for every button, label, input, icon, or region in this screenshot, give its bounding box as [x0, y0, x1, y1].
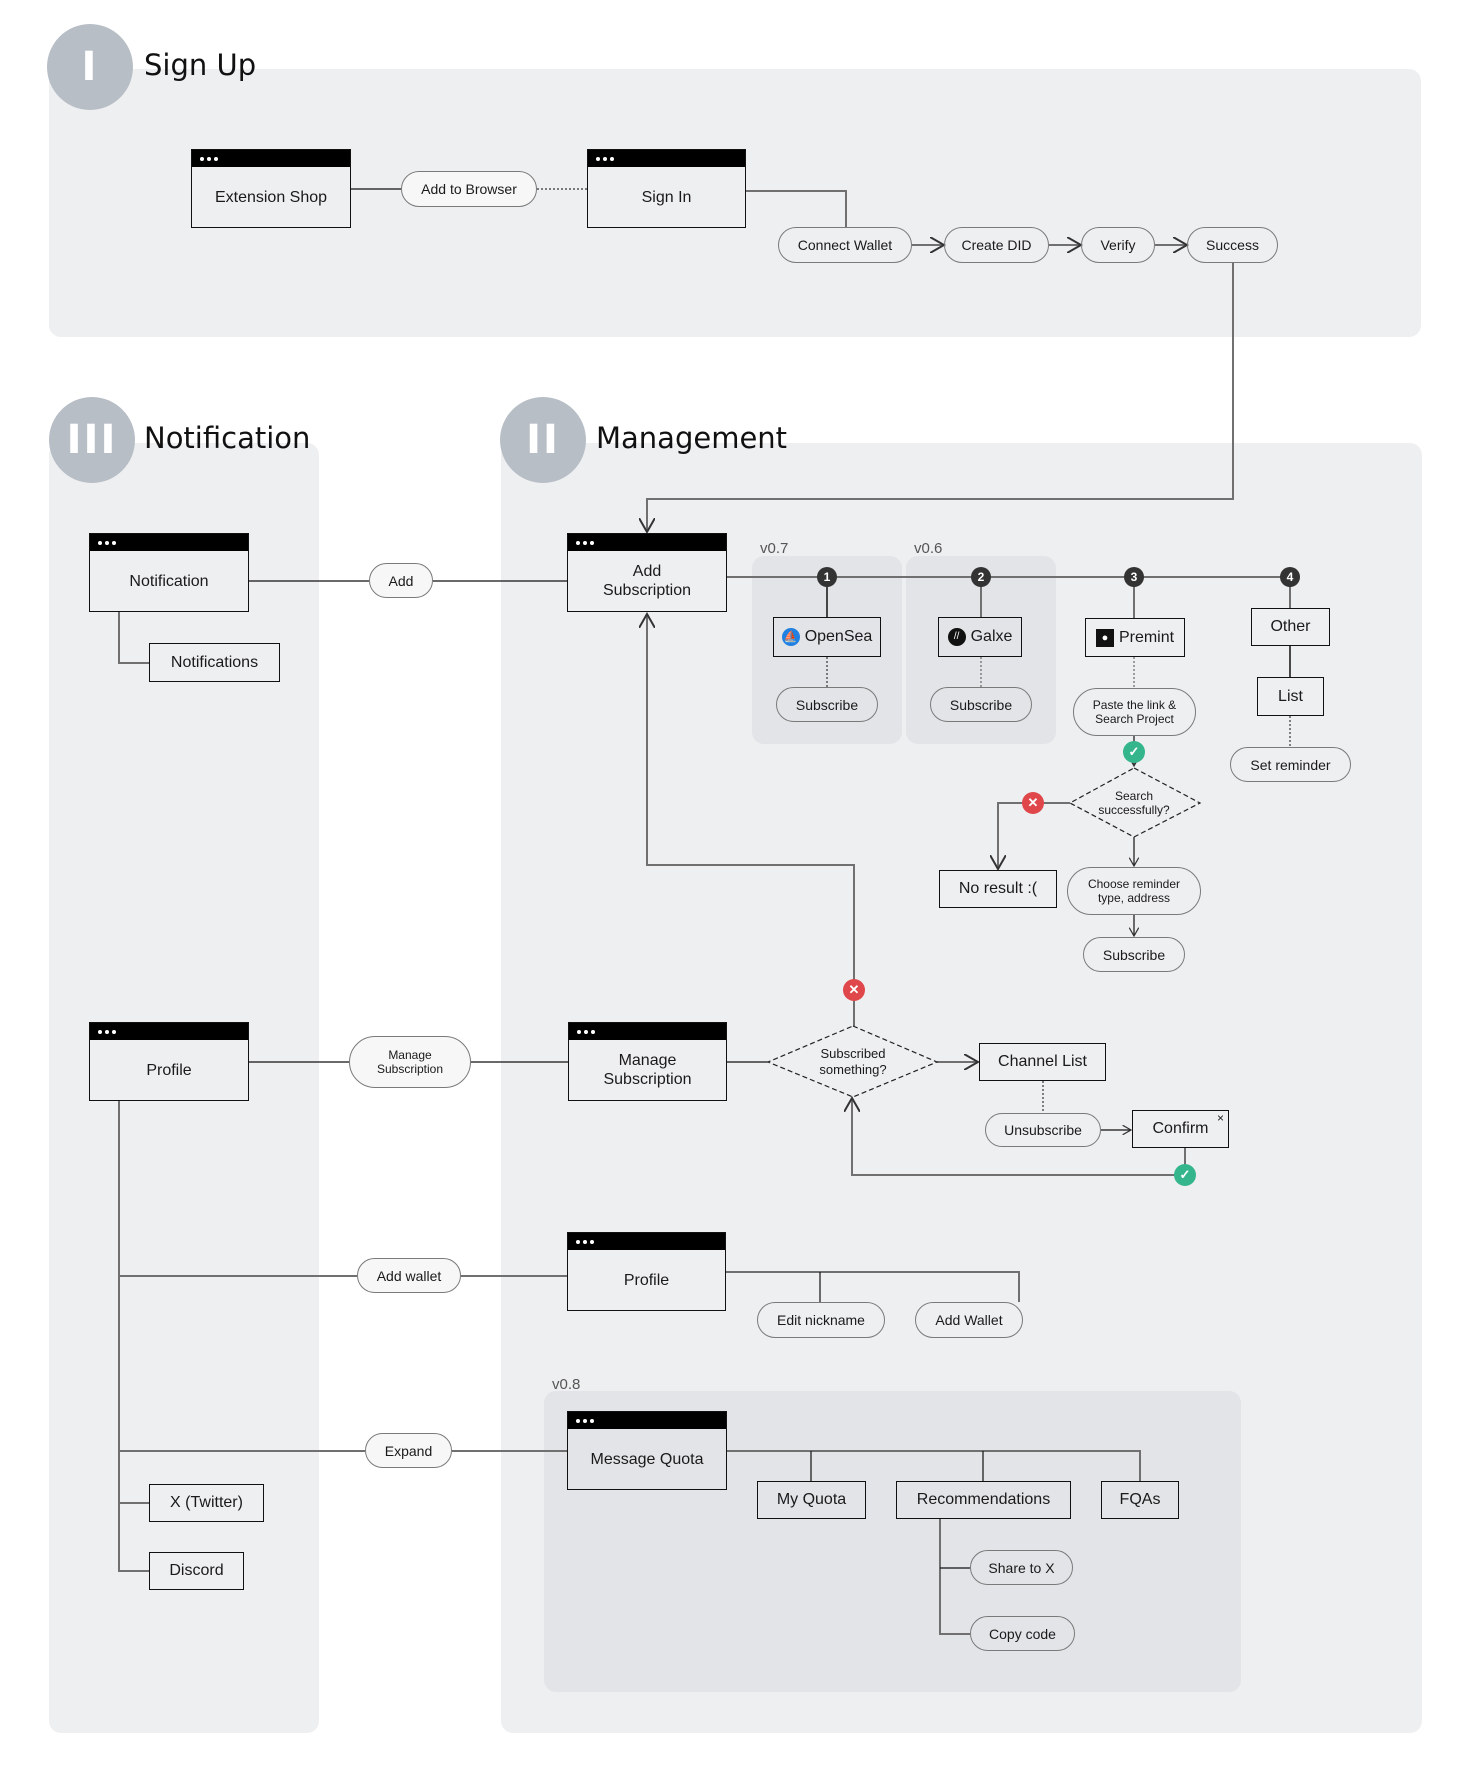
success-step[interactable]: Success [1187, 227, 1278, 263]
sign-in-screen[interactable]: Sign In [587, 149, 746, 228]
screen-label: Extension Shop [214, 188, 328, 206]
galxe-logo-icon: // [947, 628, 966, 646]
manage-subscription-action[interactable]: Manage Subscription [349, 1036, 471, 1088]
expand-action[interactable]: Expand [365, 1433, 452, 1468]
version-label-v07: v0.7 [760, 540, 789, 557]
channel-name: Galxe [970, 628, 1013, 645]
section-badge-management: II [500, 397, 586, 483]
verify-step[interactable]: Verify [1081, 227, 1155, 263]
add-to-browser-action[interactable]: Add to Browser [401, 171, 537, 207]
my-quota-item[interactable]: My Quota [757, 1481, 866, 1519]
channel-list-item[interactable]: Channel List [979, 1043, 1106, 1081]
other-channel[interactable]: Other [1251, 608, 1330, 646]
x-twitter-item[interactable]: X (Twitter) [149, 1484, 264, 1522]
manage-subscription-screen[interactable]: Manage Subscription [568, 1022, 727, 1101]
section-title-management: Management [596, 421, 788, 455]
window-bar [588, 150, 745, 167]
recommendations-item[interactable]: Recommendations [896, 1481, 1071, 1519]
galxe-subscribe-button[interactable]: Subscribe [930, 687, 1032, 722]
opensea-subscribe-button[interactable]: Subscribe [776, 687, 878, 722]
success-check-icon: ✓ [1123, 741, 1145, 763]
screen-label: Add Subscription [602, 563, 692, 599]
step-number-1: 1 [817, 567, 837, 587]
notification-screen[interactable]: Notification [89, 533, 249, 612]
unsubscribe-button[interactable]: Unsubscribe [985, 1113, 1101, 1147]
notifications-item[interactable]: Notifications [149, 643, 280, 682]
subscribed-decision-label: Subscribed something? [819, 1046, 887, 1077]
add-subscription-screen[interactable]: Add Subscription [567, 533, 727, 612]
failure-x-icon: ✕ [1022, 792, 1044, 814]
window-bar [568, 1412, 726, 1429]
success-check-icon: ✓ [1174, 1164, 1196, 1186]
edit-nickname-button[interactable]: Edit nickname [757, 1302, 885, 1338]
channel-name: Premint [1118, 628, 1175, 646]
screen-label: Profile [623, 1271, 670, 1289]
screen-label: Sign In [641, 188, 692, 206]
premint-subscribe-button[interactable]: Subscribe [1083, 937, 1185, 972]
failure-x-icon: ✕ [843, 979, 865, 1001]
connect-wallet-step[interactable]: Connect Wallet [778, 227, 912, 263]
discord-item[interactable]: Discord [149, 1552, 244, 1590]
window-bar [90, 1023, 248, 1040]
profile-screen[interactable]: Profile [89, 1022, 249, 1101]
set-reminder-button[interactable]: Set reminder [1230, 747, 1351, 782]
add-wallet-action[interactable]: Add wallet [357, 1258, 461, 1293]
version-label-v08: v0.8 [552, 1376, 581, 1393]
step-number-4: 4 [1280, 567, 1300, 587]
channel-name: OpenSea [804, 628, 873, 645]
share-to-x-button[interactable]: Share to X [970, 1550, 1073, 1585]
premint-logo-icon: ● [1095, 628, 1114, 647]
window-bar [568, 534, 726, 551]
search-decision-label: Search successfully? [1098, 789, 1170, 817]
opensea-channel[interactable]: ⛵ OpenSea [773, 617, 881, 657]
premint-channel[interactable]: ● Premint [1085, 618, 1185, 657]
close-icon[interactable]: × [1217, 1111, 1224, 1125]
section-title-notification: Notification [144, 421, 311, 455]
fqas-item[interactable]: FQAs [1101, 1481, 1179, 1519]
window-bar [569, 1023, 726, 1040]
version-label-v06: v0.6 [914, 540, 943, 557]
screen-label: Profile [146, 1061, 192, 1079]
screen-label: Manage Subscription [603, 1052, 692, 1088]
window-bar [192, 150, 350, 167]
other-list[interactable]: List [1257, 677, 1324, 716]
choose-reminder-type[interactable]: Choose reminder type, address [1067, 867, 1201, 915]
extension-shop-screen[interactable]: Extension Shop [191, 149, 351, 228]
galxe-channel[interactable]: // Galxe [938, 617, 1022, 657]
section-title-signup: Sign Up [144, 48, 257, 82]
window-bar [90, 534, 248, 551]
section-badge-notification: III [49, 397, 135, 483]
screen-label: Notification [129, 572, 209, 590]
opensea-logo-icon: ⛵ [781, 628, 800, 646]
screen-label: Message Quota [590, 1450, 704, 1468]
paste-link-search-project[interactable]: Paste the link & Search Project [1073, 688, 1196, 736]
section-badge-signup: I [47, 24, 133, 110]
add-action[interactable]: Add [369, 563, 433, 598]
no-result-item: No result :( [939, 870, 1057, 908]
step-number-3: 3 [1124, 567, 1144, 587]
confirm-label: Confirm [1152, 1120, 1209, 1137]
message-quota-screen[interactable]: Message Quota [567, 1411, 727, 1490]
add-wallet-button[interactable]: Add Wallet [915, 1302, 1023, 1338]
step-number-2: 2 [971, 567, 991, 587]
profile-management-screen[interactable]: Profile [567, 1232, 726, 1311]
window-bar [568, 1233, 725, 1250]
confirm-dialog[interactable]: Confirm × [1132, 1110, 1229, 1148]
create-did-step[interactable]: Create DID [944, 227, 1049, 263]
copy-code-button[interactable]: Copy code [970, 1616, 1075, 1651]
